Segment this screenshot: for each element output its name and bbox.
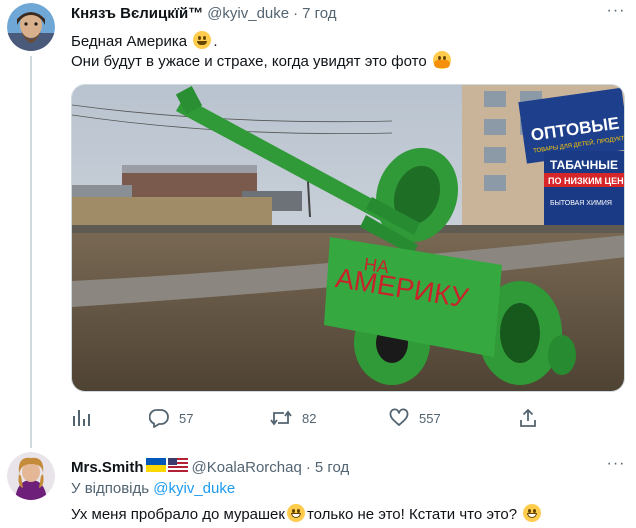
- reply-button[interactable]: 57: [149, 408, 193, 428]
- tweet-timestamp[interactable]: 7 год: [302, 5, 336, 22]
- avatar-kyiv-duke[interactable]: [7, 3, 55, 51]
- more-options-button[interactable]: ···: [604, 455, 628, 478]
- grinning-squinting-face-icon: [286, 504, 305, 522]
- reply-icon: [149, 409, 169, 428]
- smiley-face-icon: [193, 31, 212, 49]
- tweet-original[interactable]: Князъ Вєлицкїй™ @kyiv_duke · 7 год ··· Б…: [0, 0, 636, 448]
- tweet-reply[interactable]: Mrs.Smith @KoalaRorchaq · 5 год ··· У ві…: [0, 448, 636, 528]
- separator-dot: ·: [293, 5, 299, 22]
- tweet-header: Князъ Вєлицкїй™ @kyiv_duke · 7 год: [71, 5, 337, 22]
- author-name[interactable]: Mrs.Smith: [71, 459, 144, 476]
- tweet-text-punct: .: [213, 33, 218, 50]
- grinning-squinting-face-icon: [523, 504, 542, 522]
- analytics-icon: [73, 410, 90, 426]
- tweet-timestamp[interactable]: 5 год: [315, 459, 349, 476]
- separator-dot: ·: [305, 459, 311, 476]
- tweet-photo[interactable]: ОПТОВЫЕ Ц ТОВАРЫ ДЛЯ ДЕТЕЙ, ПРОДУКТЫ ТАБ…: [71, 84, 625, 392]
- retweet-icon: [270, 410, 292, 426]
- thread-connector: [30, 56, 32, 448]
- tweet-text: Ух меня пробрало до мурашек только не это…: [71, 504, 543, 525]
- tweet-text-line-1: Бедная Америка .: [71, 31, 217, 52]
- more-icon: ···: [606, 2, 626, 19]
- tweet-text-part: Ух меня пробрало до мурашек: [71, 506, 285, 523]
- analytics-button[interactable]: [71, 408, 91, 428]
- share-icon: [520, 408, 536, 427]
- tweet-text-line-2: Они будут в ужасе и страхе, когда увидят…: [71, 51, 453, 72]
- retweet-count: 82: [302, 410, 317, 426]
- more-icon: ···: [606, 455, 626, 472]
- reply-count: 57: [179, 410, 194, 426]
- tweet-text-part: только не это! Кстати что это?: [306, 506, 518, 523]
- author-handle[interactable]: @kyiv_duke: [207, 5, 289, 22]
- avatar-mrs-smith[interactable]: [7, 452, 55, 500]
- shop-sign-small-2: БЫТОВАЯ ХИМИЯ: [550, 200, 612, 207]
- heart-icon: [389, 408, 409, 426]
- retweet-button[interactable]: 82: [270, 408, 316, 428]
- tweet-header: Mrs.Smith @KoalaRorchaq · 5 год: [71, 458, 349, 476]
- replying-to-handle-link[interactable]: @kyiv_duke: [153, 480, 235, 497]
- more-options-button[interactable]: ···: [604, 2, 628, 25]
- tweet-text-part: Бедная Америка: [71, 33, 188, 50]
- us-flag-icon: [167, 458, 188, 472]
- shop-sign-middle: ТАБАЧНЫЕ: [550, 158, 618, 172]
- shop-sign-red: ПО НИЗКИМ ЦЕН: [548, 176, 624, 186]
- tweet-text-part: Они будут в ужасе и страхе, когда увидят…: [71, 53, 427, 70]
- face-with-hand-over-mouth-icon: [432, 51, 451, 69]
- like-count: 557: [419, 410, 441, 426]
- replying-to: У відповідь @kyiv_duke: [71, 480, 235, 497]
- replying-to-label: У відповідь: [71, 480, 150, 497]
- author-handle[interactable]: @KoalaRorchaq: [192, 459, 302, 476]
- share-button[interactable]: [518, 408, 538, 428]
- tweet-actions-bar: 57 82 557: [0, 406, 636, 430]
- like-button[interactable]: 557: [389, 408, 441, 428]
- ukraine-flag-icon: [145, 458, 166, 472]
- author-name[interactable]: Князъ Вєлицкїй™: [71, 5, 203, 22]
